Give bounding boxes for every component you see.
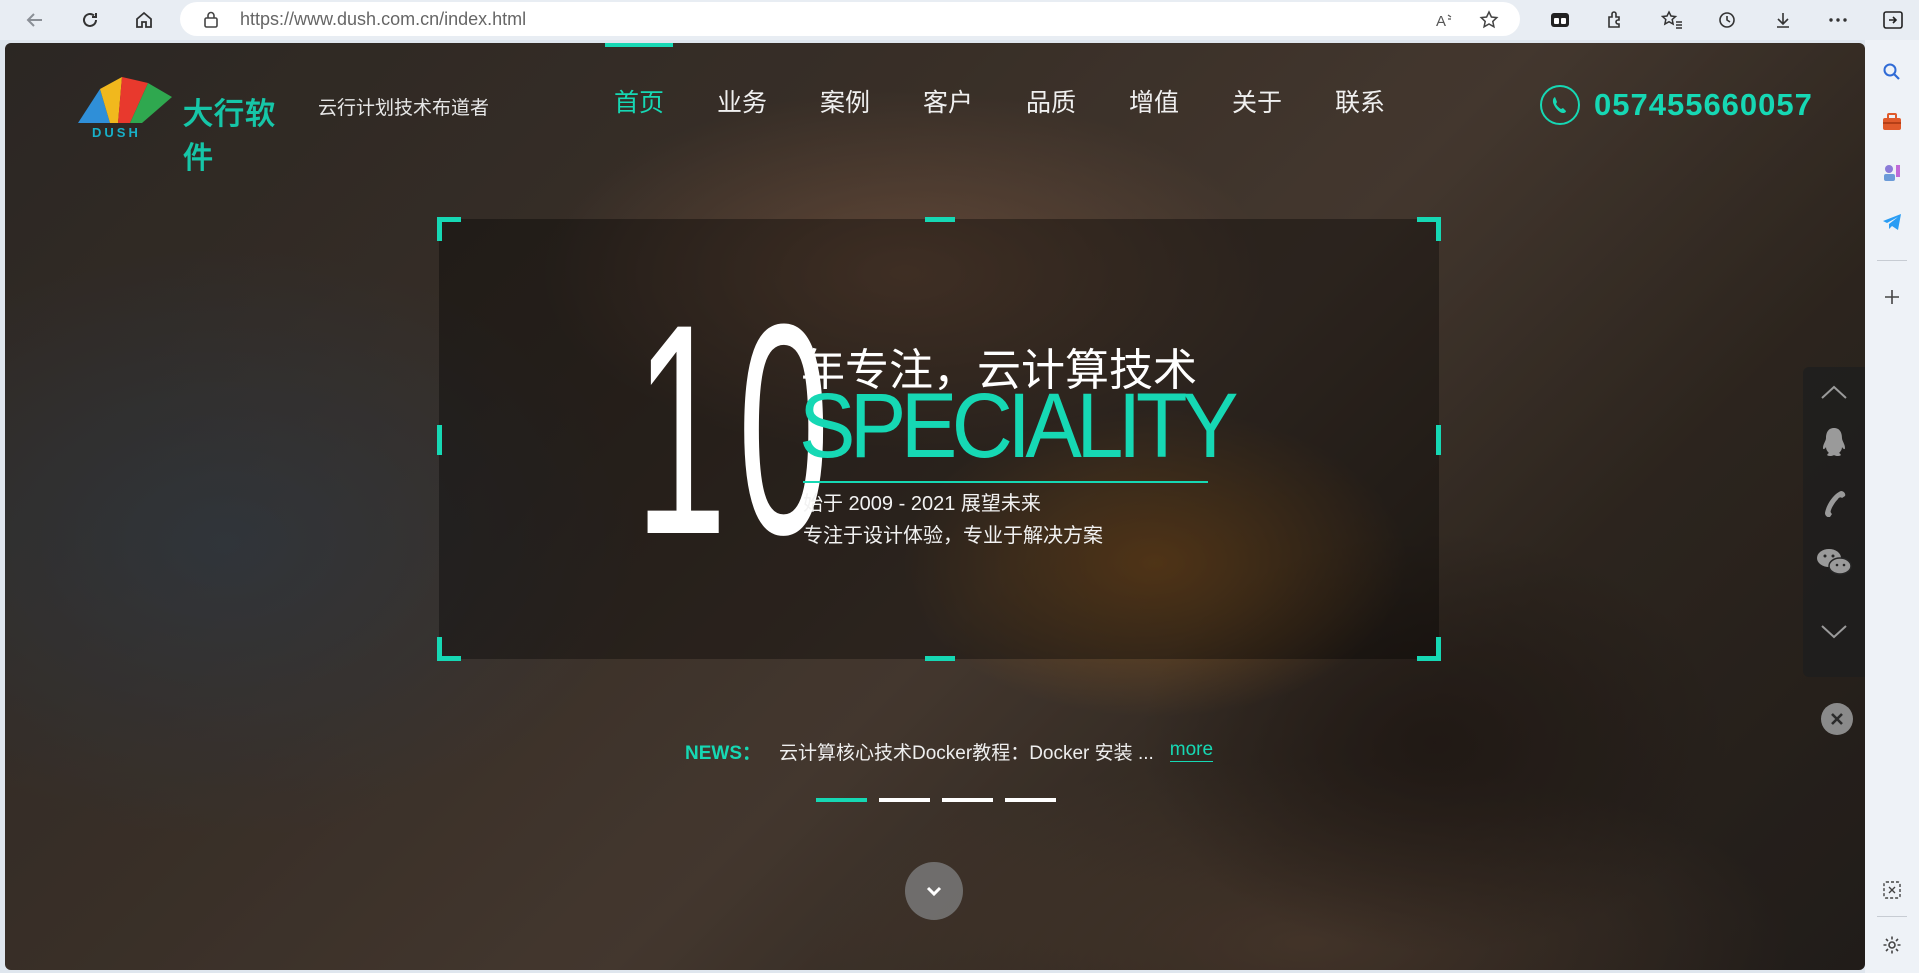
page-viewport: 大行软件 DUSH 云行计划技术布道者 首页 业务 案例 客户 品质 增值 关于… [5,43,1865,970]
hero-banner: 10 年专注，云计算技术 SPECIALITY 始于 2009 - 2021 展… [437,217,1441,661]
history-icon[interactable] [1712,5,1742,35]
sidebar-toggle-icon[interactable] [1878,5,1908,35]
nav-item-contact[interactable]: 联系 [1326,83,1429,123]
back-icon[interactable] [20,5,50,35]
qq-button[interactable] [1803,417,1865,467]
telegram-icon[interactable] [1880,210,1904,234]
hero-speciality: SPECIALITY [799,375,1239,477]
toolbox-icon[interactable] [1880,110,1904,134]
url-path: /index.html [439,9,527,29]
logo-text: 大行软件 [183,97,276,176]
hero-subtitle-2: 专注于设计体验，专业于解决方案 [803,525,1103,547]
nav-item-cases[interactable]: 案例 [811,83,914,123]
phone-icon [1540,85,1580,125]
url-text[interactable]: https://www.dush.com.cn/index.html [240,9,526,30]
site-header: 大行软件 DUSH 云行计划技术布道者 首页 业务 案例 客户 品质 增值 关于… [5,43,1865,176]
site-tagline: 云行计划技术布道者 [318,98,490,119]
games-icon[interactable] [1880,160,1904,184]
slider-dot[interactable] [879,798,930,802]
chevron-down-icon [926,886,942,897]
scroll-up-button[interactable] [1803,367,1865,417]
add-icon[interactable] [1880,285,1904,309]
slider-dot[interactable] [1005,798,1056,802]
phone-contact[interactable]: 05745566005​7 [1540,85,1813,125]
scroll-down-side-button[interactable] [1803,607,1865,657]
nav-item-value-added[interactable]: 增值 [1120,83,1223,123]
frame-mark [925,217,955,222]
logo-subtext: DUSH [92,125,141,140]
search-icon[interactable] [1880,60,1904,84]
home-icon[interactable] [129,5,159,35]
frame-mark [925,656,955,661]
read-aloud-icon[interactable]: A [1433,9,1455,31]
nav-item-business[interactable]: 业务 [708,83,811,123]
refresh-icon[interactable] [75,5,105,35]
close-panel-button[interactable] [1821,703,1853,735]
main-nav: 首页 业务 案例 客户 品质 增值 关于 联系 [605,43,1429,123]
frame-corner [1417,217,1441,241]
frame-corner [437,217,461,241]
site-logo[interactable]: 大行软件 DUSH [70,71,300,176]
slider-pagination [816,798,1056,802]
frame-mark [437,425,442,455]
floating-contact-panel [1803,367,1865,677]
svg-text:A: A [1436,13,1446,30]
chevron-down-icon [1821,625,1847,639]
nav-item-clients[interactable]: 客户 [914,83,1017,123]
url-host: https://www.dush.com.cn [240,9,440,29]
news-headline[interactable]: 云计算核心技术Docker教程：Docker 安装 ... [779,738,1154,765]
sidebar-separator [1877,916,1907,917]
nav-item-about[interactable]: 关于 [1223,83,1326,123]
tab-actions-icon[interactable] [1545,5,1575,35]
phone-handset-icon [1825,491,1846,517]
favorites-icon[interactable] [1657,5,1687,35]
lock-icon[interactable] [202,10,220,28]
wechat-icon [1817,549,1852,575]
browser-toolbar: https://www.dush.com.cn/index.html A [0,0,1919,40]
news-more-link[interactable]: more [1169,739,1214,762]
phone-number: 05745566005​7 [1594,87,1813,122]
download-icon[interactable] [1768,5,1798,35]
close-icon [1831,713,1843,725]
frame-mark [1436,425,1441,455]
frame-corner [437,637,461,661]
more-menu-icon[interactable] [1823,5,1853,35]
settings-gear-icon[interactable] [1880,933,1904,957]
address-bar[interactable]: https://www.dush.com.cn/index.html A [180,2,1520,36]
hero-subtitle-1: 始于 2009 - 2021 展望未来 [803,493,1041,515]
sidebar-separator [1877,260,1907,261]
nav-item-quality[interactable]: 品质 [1017,83,1120,123]
news-ticker: NEWS： 云计算核心技术Docker教程：Docker 安装 ... more [685,738,1214,766]
favorite-star-icon[interactable] [1478,9,1500,31]
qq-penguin-icon [1823,428,1845,456]
screenshot-icon[interactable] [1880,878,1904,902]
browser-sidebar [1865,40,1919,973]
slider-dot[interactable] [942,798,993,802]
news-label: NEWS： [685,743,762,764]
scroll-down-button[interactable] [905,862,963,920]
slider-dot[interactable] [816,798,867,802]
extensions-icon[interactable] [1600,5,1630,35]
hero-divider [803,481,1208,483]
phone-button[interactable] [1803,477,1865,527]
nav-item-home[interactable]: 首页 [605,43,708,123]
chevron-up-icon [1821,385,1847,399]
frame-corner [1417,637,1441,661]
wechat-button[interactable] [1803,537,1865,587]
